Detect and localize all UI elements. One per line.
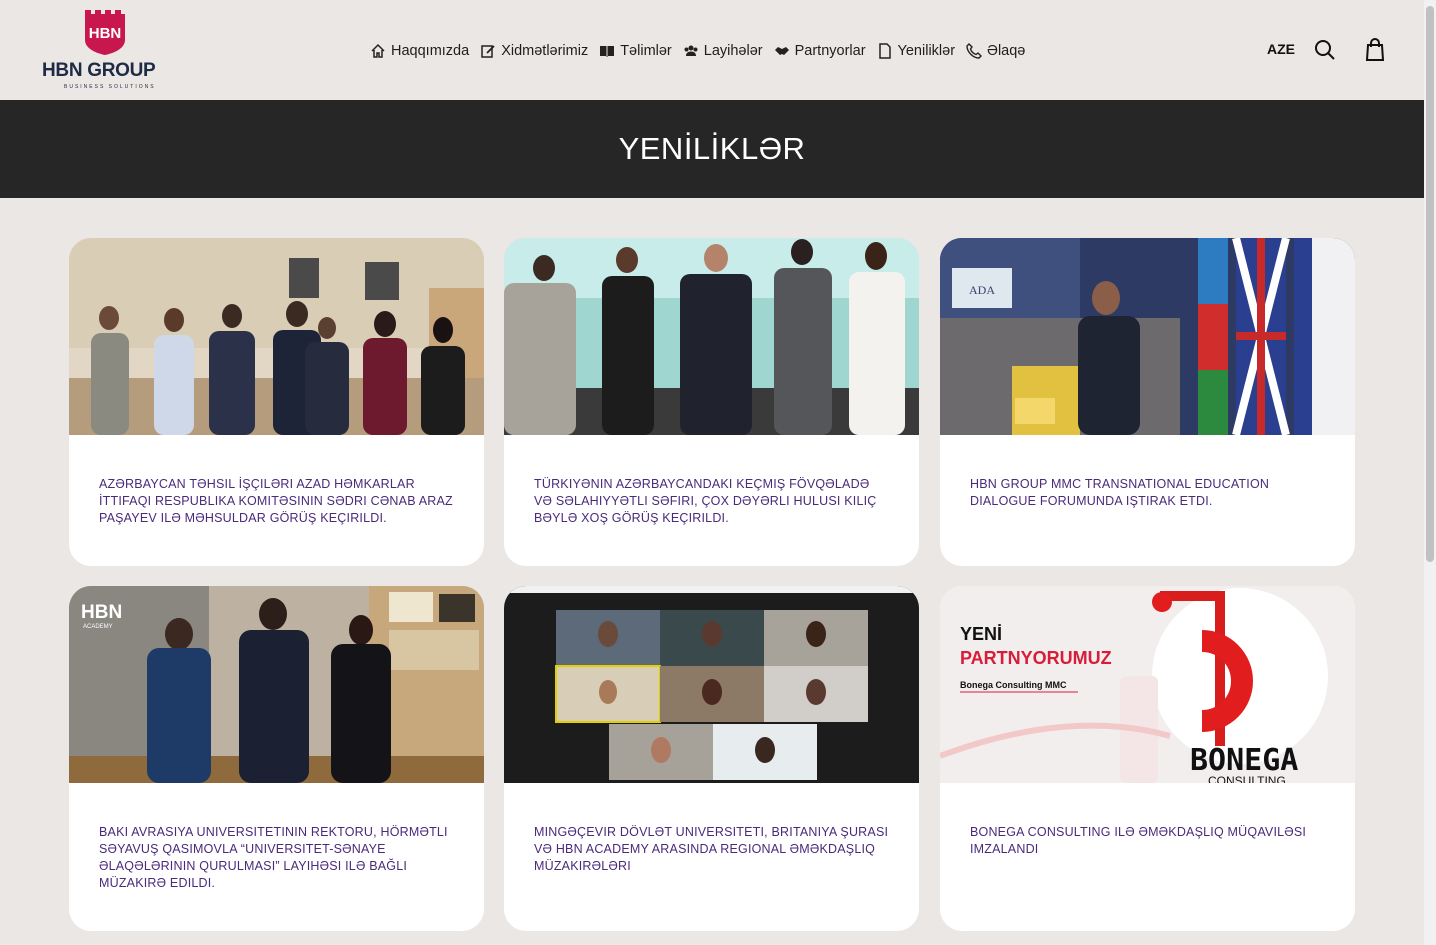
news-title[interactable]: HBN GROUP MMC Transnational Education Di… [970,476,1325,510]
main-nav: Haqqımızda Xidmətlərimiz Təlimlər Layihə… [370,40,1036,62]
nav-label: Təlimlər [620,43,672,59]
promo-line2: PARTNYORUMUZ [960,648,1112,668]
page-title: YENİLİKLƏR [618,131,806,166]
nav-label: Layihələr [703,43,763,59]
news-image [69,238,484,435]
nav-item-projects[interactable]: Layihələr [683,43,763,59]
search-icon[interactable] [1313,38,1337,62]
news-title[interactable]: Bonega Consulting ilə əməkdaşlıq müqavil… [970,824,1325,858]
hbn-group-logo[interactable]: HBN HBN GROUP BUSINESS SOLUTIONS [42,8,172,94]
news-image: ADA [940,238,1355,435]
hbn-academy-sublogo-text: ACADEMY [83,624,113,630]
news-card[interactable]: Mingəçevir Dövlət Universiteti, Britaniy… [504,586,919,931]
shopping-bag-icon[interactable] [1365,38,1385,62]
nav-item-partners[interactable]: Partnyorlar [774,43,866,59]
nav-item-contact[interactable]: Əlaqə [966,43,1025,59]
nav-label: Haqqımızda [391,43,470,59]
promo-brand: BONEGA [1190,743,1298,778]
news-image [504,586,919,783]
page-banner: YENİLİKLƏR [0,100,1424,198]
nav-label: Yeniliklər [897,43,956,59]
home-icon [371,43,385,58]
hbn-crest-icon: HBN [85,10,125,55]
nav-item-services[interactable]: Xidmətlərimiz [480,43,588,59]
news-card[interactable]: ADA HBN GROUP MMC Transnational Educatio… [940,238,1355,566]
nav-item-trainings[interactable]: Təlimlər [599,43,672,59]
news-title[interactable]: Mingəçevir Dövlət Universiteti, Britaniy… [534,824,889,875]
nav-label: Partnyorlar [794,43,866,59]
promo-line3: Bonega Consulting MMC [960,680,1067,690]
news-title[interactable]: Türkiyənin Azərbaycandakı keçmiş Fövqəla… [534,476,889,527]
news-title[interactable]: Azərbaycan Təhsil İşçiləri Azad Həmkarla… [99,476,454,527]
users-icon [684,45,698,56]
news-card[interactable]: Azərbaycan Təhsil İşçiləri Azad Həmkarla… [69,238,484,566]
book-icon [600,46,615,57]
news-card[interactable]: HBN ACADEMY Bakı Avrasiya Universitetini… [69,586,484,931]
promo-brand-sub: CONSULTING [1208,774,1286,783]
nav-item-news[interactable]: Yeniliklər [877,43,956,59]
news-card[interactable]: Türkiyənin Azərbaycandakı keçmiş Fövqəla… [504,238,919,566]
promo-line1: YENİ [960,624,1002,644]
phone-icon [966,43,983,59]
ada-logo-text: ADA [969,283,995,297]
language-selector[interactable]: AZE [1267,41,1295,57]
news-title[interactable]: Bakı Avrasiya Universitetinin Rektoru, h… [99,824,454,892]
news-card[interactable]: YENİ PARTNYORUMUZ Bonega Consulting MMC … [940,586,1355,931]
document-icon [878,43,891,59]
logo-brand: HBN GROUP [42,60,156,81]
hbn-academy-logo-text: HBN [81,602,122,623]
handshake-icon [774,47,789,55]
news-image: HBN ACADEMY [69,586,484,783]
logo-mark-text: HBN [89,25,122,42]
news-image [504,238,919,435]
scrollbar-thumb[interactable] [1426,6,1434,562]
nav-item-about[interactable]: Haqqımızda [370,43,469,59]
logo-tagline: BUSINESS SOLUTIONS [64,84,156,90]
nav-label: Xidmətlərimiz [501,43,589,59]
nav-label: Əlaqə [987,43,1026,59]
edit-icon [481,45,495,58]
page-scrollbar[interactable] [1424,0,1436,945]
news-image: YENİ PARTNYORUMUZ Bonega Consulting MMC … [940,586,1355,783]
site-header: HBN HBN GROUP BUSINESS SOLUTIONS Haqqımı… [0,0,1424,100]
